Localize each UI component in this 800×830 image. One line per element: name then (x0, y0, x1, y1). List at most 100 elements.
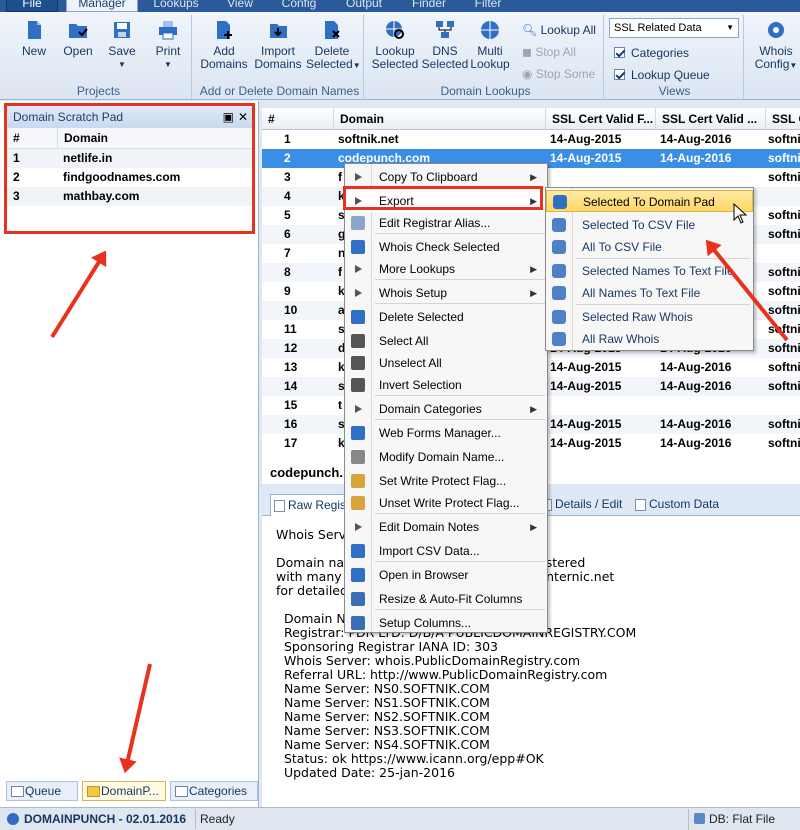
cell-issuer: softni (768, 360, 800, 374)
pad-row-number: 2 (13, 170, 20, 184)
export-icon (552, 332, 566, 346)
add-domains-button[interactable]: Add Domains (200, 19, 248, 71)
cell-n: 9 (284, 284, 291, 298)
menu-item-label: Select All (379, 334, 429, 348)
tab-file[interactable]: File (6, 0, 58, 12)
menu-item-modify-domain-name[interactable]: Modify Domain Name... (345, 446, 547, 468)
tab-domain-pad[interactable]: DomainP... (82, 781, 166, 801)
close-icon[interactable]: ✕ (238, 106, 248, 128)
list-item[interactable]: 2 findgoodnames.com (7, 168, 252, 187)
tab-categories[interactable]: Categories (170, 781, 258, 801)
menu-item-resize-auto-fit-columns[interactable]: Resize & Auto-Fit Columns (345, 588, 547, 610)
menu-icon (351, 310, 365, 324)
open-button[interactable]: Open (58, 19, 98, 58)
whois-config-button[interactable]: Whois Config▼ (754, 19, 798, 72)
status-bar: DOMAINPUNCH - 02.01.2016 Ready DB: Flat … (0, 807, 800, 830)
menu-item-whois-check-selected[interactable]: Whois Check Selected (345, 236, 547, 258)
menu-item-edit-registrar-alias[interactable]: Edit Registrar Alias... (345, 212, 547, 234)
menu-item-set-write-protect-flag[interactable]: Set Write Protect Flag... (345, 470, 547, 492)
menu-item-label: Invert Selection (379, 378, 462, 392)
delete-selected-button[interactable]: Delete Selected▼ (306, 19, 361, 72)
multi-lookup-button[interactable]: Multi Lookup (468, 19, 512, 71)
menu-item-whois-setup[interactable]: Whois Setup ▶ (345, 282, 547, 304)
cell-from: 14-Aug-2015 (550, 132, 622, 146)
print-button[interactable]: Print ▼ (148, 19, 188, 71)
pad-row-domain: mathbay.com (63, 189, 140, 203)
submenu-item-selected-raw-whois[interactable]: Selected Raw Whois (546, 306, 753, 328)
grid-col-ssl-to[interactable]: SSL Cert Valid ... (656, 108, 766, 130)
export-highlight-box (343, 186, 543, 210)
left-pane-tabs: Queue DomainP... Categories (4, 781, 258, 801)
tab-queue[interactable]: Queue (6, 781, 78, 801)
tab-lookups[interactable]: Lookups (148, 0, 204, 12)
tab-details-edit[interactable]: Details / Edit (538, 494, 634, 516)
menu-item-web-forms-manager[interactable]: Web Forms Manager... (345, 422, 547, 444)
grid-col-number[interactable]: # (262, 108, 334, 130)
tab-manager[interactable]: Manager (66, 0, 138, 12)
submenu-item-selected-to-domain-pad[interactable]: Selected To Domain Pad (546, 190, 753, 212)
pad-col-domain[interactable]: Domain (57, 128, 237, 148)
cell-domain: f (338, 265, 342, 279)
new-button[interactable]: New (14, 19, 54, 58)
tab-custom-data[interactable]: Custom Data (632, 494, 732, 516)
view-preset-select[interactable]: SSL Related Data ▼ (609, 18, 739, 38)
menu-item-unset-write-protect-flag[interactable]: Unset Write Protect Flag... (345, 492, 547, 514)
views-group: SSL Related Data ▼ Categories Lookup Queu… (606, 15, 744, 99)
menu-item-copy-to-clipboard[interactable]: Copy To Clipboard ▶ (345, 166, 547, 188)
menu-item-select-all[interactable]: Select All (345, 330, 547, 352)
whois-config-label-1: Whois (759, 44, 793, 58)
menu-item-label: Edit Domain Notes (379, 520, 480, 534)
menu-item-import-csv-data[interactable]: Import CSV Data... (345, 540, 547, 562)
stop-some-button[interactable]: ◉ Stop Some (522, 67, 595, 81)
submenu-item-all-names-to-text-file[interactable]: All Names To Text File (546, 282, 753, 304)
submenu-item-label: All Raw Whois (582, 332, 660, 346)
list-item[interactable]: 1 netlife.in (7, 149, 252, 168)
grid-col-ssl-from[interactable]: SSL Cert Valid F... (546, 108, 656, 130)
add-label-1: Add (213, 44, 235, 58)
list-item[interactable]: 3 mathbay.com (7, 187, 252, 206)
table-row[interactable]: 1 softnik.net 14-Aug-2015 14-Aug-2016 softni (262, 130, 800, 149)
lookup-all-button[interactable]: 🔍︎ Lookup All (522, 23, 596, 37)
menu-item-delete-selected[interactable]: Delete Selected (345, 306, 547, 328)
cell-from: 14-Aug-2015 (550, 151, 622, 165)
stop-all-button[interactable]: ◼ Stop All (522, 45, 576, 59)
grid-col-domain[interactable]: Domain (334, 108, 546, 130)
tab-filter[interactable]: Filter (468, 0, 508, 12)
menu-item-domain-categories[interactable]: Domain Categories ▶ (345, 398, 547, 420)
submenu-item-all-raw-whois[interactable]: All Raw Whois (546, 328, 753, 350)
menu-item-invert-selection[interactable]: Invert Selection (345, 374, 547, 396)
submenu-item-all-to-csv-file[interactable]: All To CSV File (546, 236, 753, 258)
cell-n: 16 (284, 417, 298, 431)
cell-n: 3 (284, 170, 291, 184)
tab-raw-registrar[interactable]: Raw Regis (270, 494, 350, 516)
menu-item-edit-domain-notes[interactable]: Edit Domain Notes ▶ (345, 516, 547, 538)
tab-finder[interactable]: Finder (406, 0, 452, 12)
grid-col-ssl-issuer[interactable]: SSL C (766, 108, 800, 130)
dns-selected-button[interactable]: DNS Selected (420, 19, 470, 71)
scratch-pad-header: # Domain (7, 128, 252, 149)
menu-item-more-lookups[interactable]: More Lookups ▶ (345, 258, 547, 280)
categories-checkbox[interactable]: Categories (614, 46, 689, 60)
menu-icon (351, 544, 365, 558)
tab-output[interactable]: Output (340, 0, 388, 12)
lookup-queue-checkbox[interactable]: Lookup Queue (614, 68, 710, 82)
domain-scratch-pad: Domain Scratch Pad ▣ ✕ # Domain 1 netlife… (4, 103, 255, 234)
menu-item-label: Edit Registrar Alias... (379, 216, 491, 230)
lookup-selected-button[interactable]: Lookup Selected (370, 19, 420, 71)
save-button[interactable]: Save ▼ (102, 19, 142, 71)
pad-col-number[interactable]: # (13, 131, 20, 145)
menu-item-unselect-all[interactable]: Unselect All (345, 352, 547, 374)
projects-group: New Open Save ▼ Print ▼ Projects (6, 15, 192, 99)
menu-item-setup-columns[interactable]: Setup Columns... (345, 612, 547, 634)
tab-view[interactable]: View (218, 0, 262, 12)
cell-n: 1 (284, 132, 291, 146)
submenu-arrow-icon: ▶ (530, 172, 537, 182)
tab-config[interactable]: Config (276, 0, 322, 12)
menu-item-open-in-browser[interactable]: Open in Browser (345, 564, 547, 586)
import-domains-button[interactable]: Import Domains (252, 19, 304, 71)
submenu-item-selected-to-csv-file[interactable]: Selected To CSV File (546, 214, 753, 236)
multi-globe-icon (481, 21, 499, 39)
pin-icon[interactable]: ▣ (223, 106, 234, 128)
play-arrow-icon (355, 405, 362, 413)
stop-some-label: Stop Some (535, 67, 596, 81)
